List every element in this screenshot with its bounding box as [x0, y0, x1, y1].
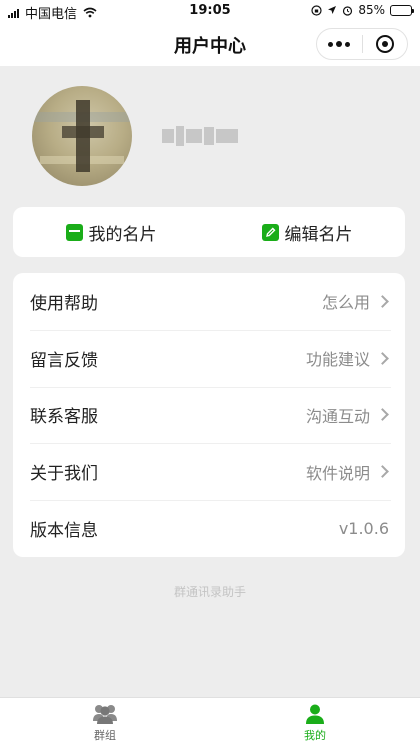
menu-value: 软件说明 — [305, 463, 370, 483]
menu-row-support[interactable]: 联系客服 沟通互动 — [13, 386, 405, 444]
card-icon — [65, 223, 83, 241]
my-card-label: 我的名片 — [88, 224, 157, 245]
menu-value: 沟通互动 — [305, 406, 370, 426]
menu-row-feedback[interactable]: 留言反馈 功能建议 — [13, 329, 405, 387]
status-bar: 中国电信 19:05 85% — [0, 0, 420, 22]
chevron-right-icon — [376, 465, 389, 479]
edit-card-label: 编辑名片 — [284, 224, 353, 245]
menu-label: 关于我们 — [30, 464, 98, 485]
my-card-button[interactable]: 我的名片 — [13, 207, 209, 257]
battery-icon — [390, 4, 414, 16]
menu-row-version: 版本信息 v1.0.6 — [13, 500, 405, 557]
tab-mine[interactable]: 我的 — [210, 698, 420, 747]
avatar[interactable] — [32, 86, 132, 186]
orientation-lock-icon — [311, 4, 322, 16]
card-actions: 我的名片 编辑名片 — [13, 207, 405, 257]
mini-program-capsule — [316, 28, 408, 60]
menu-value: 怎么用 — [321, 293, 370, 313]
menu-label: 版本信息 — [30, 521, 98, 542]
person-icon — [306, 704, 324, 724]
tab-groups[interactable]: 群组 — [0, 698, 210, 747]
tab-mine-label: 我的 — [304, 728, 326, 742]
tab-groups-label: 群组 — [94, 728, 116, 742]
chevron-right-icon — [376, 408, 389, 422]
battery-percent: 85% — [358, 3, 385, 17]
close-icon[interactable] — [362, 29, 407, 59]
menu-row-about[interactable]: 关于我们 软件说明 — [13, 443, 405, 500]
menu-value: 功能建议 — [305, 350, 370, 370]
menu-label: 联系客服 — [30, 407, 98, 428]
more-icon[interactable] — [317, 29, 362, 59]
alarm-icon — [343, 5, 353, 16]
edit-icon — [261, 223, 279, 241]
menu-label: 使用帮助 — [30, 293, 98, 314]
app-name-footer: 群通讯录助手 — [173, 585, 246, 599]
chevron-right-icon — [376, 351, 389, 365]
status-right: 85% — [311, 3, 414, 17]
profile-header — [0, 66, 420, 202]
chevron-right-icon — [376, 295, 389, 308]
group-icon — [93, 704, 117, 724]
settings-menu: 使用帮助 怎么用 留言反馈 功能建议 联系客服 沟通互动 关于我们 软件说明 版… — [13, 273, 405, 557]
menu-row-help[interactable]: 使用帮助 怎么用 — [13, 273, 405, 330]
tab-bar: 群组 我的 — [0, 697, 420, 747]
edit-card-button[interactable]: 编辑名片 — [209, 207, 405, 257]
user-name-blurred — [162, 118, 242, 154]
location-icon — [328, 6, 337, 14]
nav-bar: 用户中心 — [0, 22, 420, 66]
version-value: v1.0.6 — [338, 519, 389, 539]
menu-label: 留言反馈 — [30, 350, 98, 371]
